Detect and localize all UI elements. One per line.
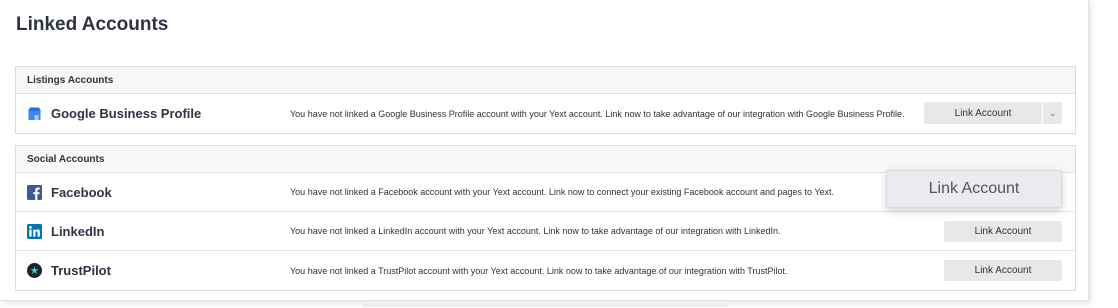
account-name: TrustPilot <box>51 263 111 278</box>
account-row-linkedin: LinkedIn You have not linked a LinkedIn … <box>16 212 1075 251</box>
account-name: Google Business Profile <box>51 106 202 121</box>
listings-accounts-panel: Listings Accounts Google Business Profil… <box>15 66 1076 134</box>
social-accounts-header: Social Accounts <box>16 146 1075 173</box>
account-name: LinkedIn <box>51 223 105 239</box>
link-account-button[interactable]: Link Account <box>924 102 1042 124</box>
link-account-button[interactable]: Link Account <box>944 221 1062 242</box>
chevron-down-icon[interactable]: ⌄ <box>1043 102 1062 124</box>
linked-accounts-card: Linked Accounts Listings Accounts Google… <box>0 0 1089 301</box>
link-account-button[interactable]: Link Account <box>944 260 1062 281</box>
link-account-button-facebook[interactable]: Link Account <box>886 170 1062 208</box>
account-description: You have not linked a Google Business Pr… <box>290 108 905 119</box>
account-name: Facebook <box>51 184 112 200</box>
account-row-google-business-profile: Google Business Profile You have not lin… <box>16 94 1075 133</box>
account-description: You have not linked a TrustPilot account… <box>290 265 788 276</box>
scrollbar[interactable] <box>362 301 728 307</box>
page-title: Linked Accounts <box>16 14 169 35</box>
account-description: You have not linked a LinkedIn account w… <box>290 226 781 236</box>
account-description: You have not linked a Facebook account w… <box>290 187 835 197</box>
link-account-split-button: Link Account ⌄ <box>924 102 1062 124</box>
facebook-icon <box>27 184 42 200</box>
trustpilot-icon <box>27 263 42 278</box>
listings-accounts-header: Listings Accounts <box>16 67 1075 94</box>
account-row-trustpilot: TrustPilot You have not linked a TrustPi… <box>16 251 1075 290</box>
social-accounts-panel: Social Accounts Facebook You have not li… <box>15 145 1076 291</box>
google-business-profile-icon <box>27 106 42 121</box>
linkedin-icon <box>27 223 42 239</box>
